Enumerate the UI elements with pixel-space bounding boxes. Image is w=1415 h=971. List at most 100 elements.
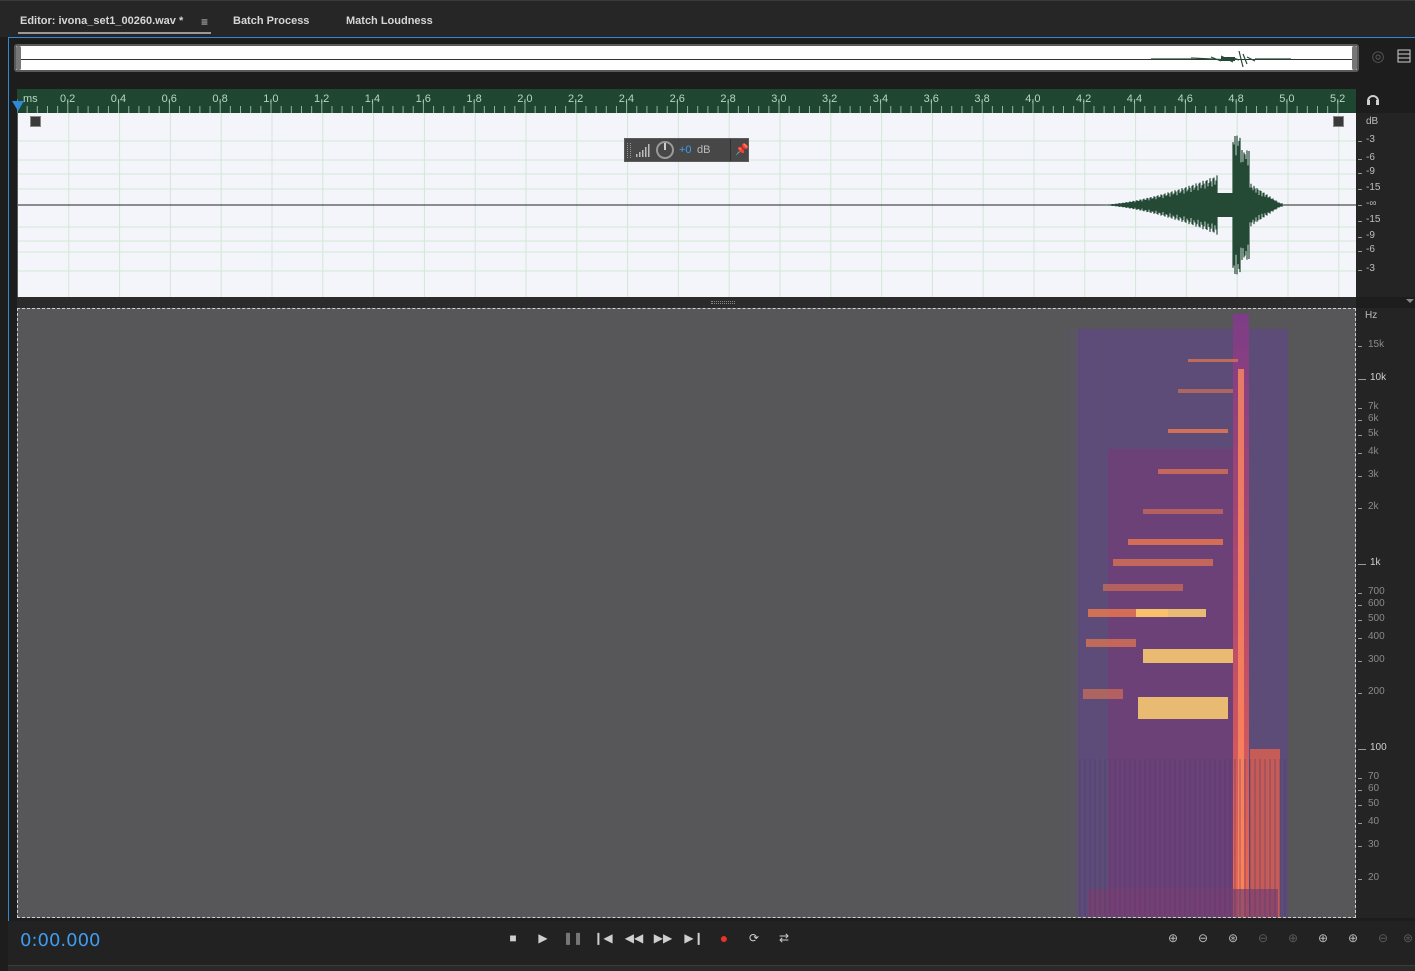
rewind-icon[interactable]: ◀◀	[623, 929, 645, 947]
zoom-in-left-icon[interactable]: ⊖	[1251, 928, 1275, 948]
fade-in-handle[interactable]	[30, 116, 41, 127]
ruler-unit-label: ms	[23, 93, 38, 105]
skip-to-end-icon[interactable]: ▶❙	[683, 929, 705, 947]
spec-formant	[1158, 469, 1228, 474]
zoom-in-right-icon[interactable]: ⊕	[1281, 928, 1305, 948]
spec-formant	[1103, 584, 1183, 591]
hz-label: 600	[1368, 598, 1385, 609]
db-tick	[1358, 141, 1362, 142]
stop-icon[interactable]: ■	[502, 929, 524, 947]
zoom-full-time-icon[interactable]: ⊛	[1396, 928, 1415, 948]
hz-label: 30	[1368, 839, 1380, 850]
spec-formant	[1083, 689, 1123, 699]
ruler-label: 3,4	[872, 93, 889, 105]
spec-formant	[1178, 389, 1233, 393]
db-label: -9	[1366, 230, 1375, 241]
ruler-label: 4,8	[1228, 93, 1244, 105]
playhead-marker[interactable]	[12, 101, 24, 111]
spec-formant	[1086, 639, 1136, 647]
hz-label: 3k	[1368, 469, 1379, 480]
ruler-label: 4,6	[1177, 93, 1193, 105]
amplitude-hud[interactable]: +0 dB 📌	[624, 138, 749, 162]
hz-label: 2k	[1368, 501, 1379, 512]
hz-label: 5k	[1368, 428, 1379, 439]
ruler-label: 2,2	[568, 93, 584, 105]
skip-selection-icon[interactable]: ⇄	[773, 929, 795, 947]
frequency-scale: Hz 15k 10k 7k 6k 5k 4k 3k 2k 1k 700 600 500 400 300 20…	[1356, 308, 1415, 918]
hz-label: 1k	[1370, 557, 1381, 568]
collapse-arrow-icon[interactable]	[1406, 299, 1414, 303]
hz-label: 200	[1368, 686, 1385, 697]
record-icon[interactable]: ●	[713, 929, 735, 947]
hz-tick	[1358, 605, 1362, 606]
ruler-label: 5,0	[1279, 93, 1295, 105]
splitter-grip[interactable]	[711, 301, 735, 304]
hz-tick	[1358, 593, 1362, 594]
zoom-navigator-icon[interactable]: ◎	[1369, 48, 1387, 66]
db-tick	[1358, 173, 1362, 174]
hz-label: 6k	[1368, 413, 1379, 424]
amplitude-scale: dB -3 -6 -9 -15 -∞ -15 -9 -6 -3	[1356, 113, 1415, 297]
ruler-label: 0,2	[60, 93, 76, 105]
spec-formant	[1128, 539, 1223, 545]
db-tick	[1358, 205, 1362, 206]
gain-unit: dB	[697, 144, 711, 156]
fast-forward-icon[interactable]: ▶▶	[652, 929, 674, 947]
db-tick	[1358, 237, 1362, 238]
spectral-frequency-display[interactable]	[17, 308, 1356, 918]
view-splitter[interactable]	[17, 297, 1356, 308]
spec-formant	[1113, 559, 1213, 566]
time-ruler[interactable]: ms 0,2 0,4 0,6 0,8 1,0 1,2 1,4 1,6 1,8 2,0 2,2 2,4 2…	[17, 89, 1356, 113]
play-icon[interactable]: ▶	[532, 929, 554, 947]
panel-menu-icon[interactable]	[1397, 49, 1411, 63]
hz-tick	[1358, 879, 1362, 880]
hz-tick	[1358, 564, 1366, 565]
overview-range-handle-left[interactable]	[16, 46, 21, 70]
tab-editor[interactable]: Editor: ivona_set1_00260.wav *	[20, 15, 183, 27]
hz-tick	[1358, 823, 1362, 824]
zoom-out-time-icon[interactable]: ⊖	[1371, 928, 1395, 948]
loop-icon[interactable]: ⟳	[743, 929, 765, 947]
panel-tab-bar: Editor: ivona_set1_00260.wav * ≡ Batch P…	[0, 0, 1415, 37]
zoom-out-full-icon[interactable]: ⊕	[1311, 928, 1335, 948]
hz-tick	[1358, 408, 1362, 409]
hz-label: 300	[1368, 654, 1385, 665]
ruler-label: 1,8	[466, 93, 482, 105]
gain-knob-icon[interactable]	[656, 141, 674, 159]
fade-out-handle[interactable]	[1333, 116, 1344, 127]
hz-label: 400	[1368, 631, 1385, 642]
pin-icon[interactable]: 📌	[735, 143, 749, 156]
tab-match-loudness[interactable]: Match Loudness	[346, 15, 433, 27]
skip-to-start-icon[interactable]: ❙◀	[592, 929, 614, 947]
pause-icon[interactable]: ❚❚	[562, 929, 584, 947]
ruler-label: 0,8	[212, 93, 228, 105]
zoom-in-time-icon[interactable]: ⊕	[1341, 928, 1365, 948]
waveform-overview[interactable]	[14, 44, 1359, 72]
hz-label: 500	[1368, 613, 1385, 624]
hud-divider	[730, 139, 731, 161]
tab-batch-process[interactable]: Batch Process	[233, 15, 309, 27]
db-label: -6	[1366, 244, 1375, 255]
hamburger-icon[interactable]: ≡	[201, 15, 208, 29]
hud-grip-handle[interactable]	[627, 143, 631, 158]
hz-label: 700	[1368, 586, 1385, 597]
zoom-to-fit-icon[interactable]: ⊛	[1221, 928, 1245, 948]
hz-label: 10k	[1370, 372, 1387, 383]
ruler-label: 2,6	[669, 93, 685, 105]
status-strip	[8, 965, 1415, 971]
db-tick	[1358, 251, 1362, 252]
hz-label: 20	[1368, 872, 1380, 883]
overview-range-handle-right[interactable]	[1352, 46, 1357, 70]
hz-tick	[1358, 508, 1362, 509]
waveform-path	[1098, 135, 1283, 275]
ruler-label: 4,4	[1126, 93, 1143, 105]
gain-value[interactable]: +0	[679, 144, 692, 156]
db-label: -6	[1366, 152, 1375, 163]
spec-harmonic	[1143, 649, 1233, 663]
time-display[interactable]: 0:00.000	[20, 930, 101, 951]
hz-tick	[1358, 476, 1362, 477]
db-label: -15	[1366, 182, 1381, 193]
zoom-out-amplitude-icon[interactable]: ⊖	[1191, 928, 1215, 948]
headphones-icon[interactable]	[1366, 92, 1380, 106]
zoom-in-amplitude-icon[interactable]: ⊕	[1161, 928, 1185, 948]
